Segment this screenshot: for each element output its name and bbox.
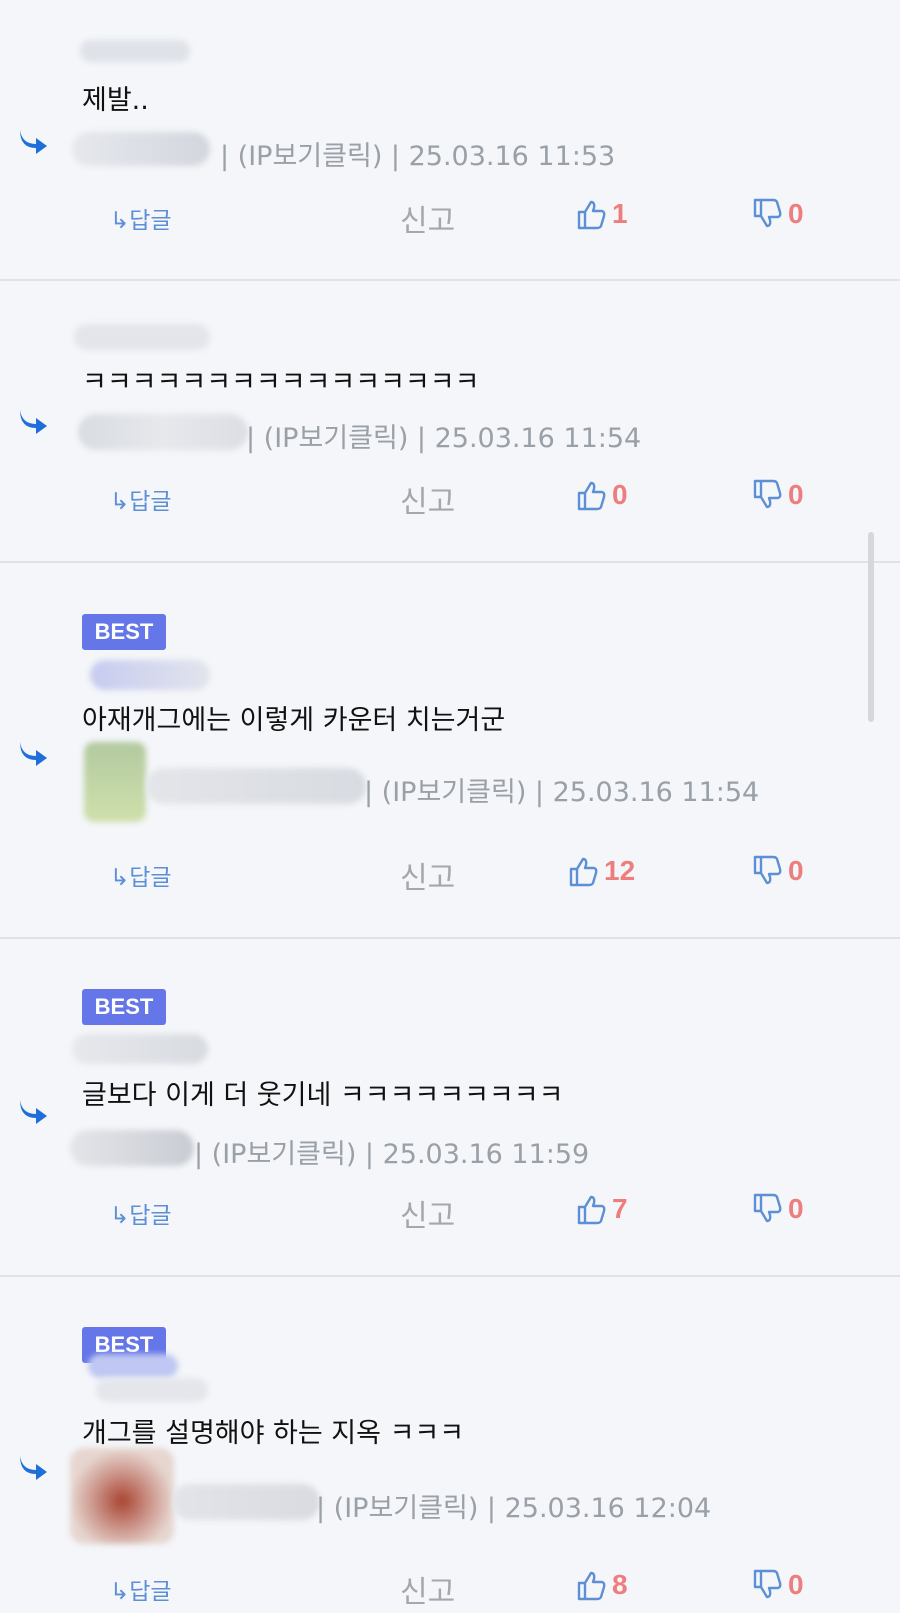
dislike-count: 0 [788, 479, 804, 510]
like-button[interactable]: 8 [576, 1569, 628, 1601]
report-button[interactable]: 신고 [400, 196, 455, 240]
best-badge: BEST [82, 989, 166, 1025]
reply-button[interactable]: ↳답글 [110, 1196, 172, 1230]
dislike-count: 0 [788, 855, 804, 886]
comment-divider [0, 937, 900, 939]
user-avatar-blurred [90, 660, 210, 690]
comment-meta: | (IP보기클릭) | 25.03.16 12:04 [316, 1493, 712, 1524]
dislike-button[interactable]: 0 [752, 198, 804, 230]
thumbs-down-icon [753, 1193, 782, 1223]
username-blurred [146, 768, 366, 804]
report-button[interactable]: 신고 [400, 853, 455, 897]
reply-arrow-icon [20, 410, 47, 434]
comment-text: 개그를 설명해야 하는 지옥 ㅋㅋㅋ [82, 1418, 465, 1449]
dislike-button[interactable]: 0 [752, 1193, 804, 1225]
comment-meta: | (IP보기클릭) | 25.03.16 11:53 [220, 141, 616, 172]
dislike-button[interactable]: 0 [752, 1569, 804, 1601]
user-avatar-blurred [74, 324, 210, 350]
username-blurred [78, 414, 248, 450]
username-blurred [70, 1130, 194, 1166]
reply-arrow-icon [20, 1456, 47, 1480]
report-button[interactable]: 신고 [400, 1191, 455, 1235]
report-button[interactable]: 신고 [400, 1567, 455, 1611]
thumbs-up-icon [577, 200, 606, 230]
thumbs-down-icon [753, 855, 782, 885]
dislike-count: 0 [788, 1569, 804, 1600]
thumbs-down-icon [753, 479, 782, 509]
scrollbar[interactable] [868, 532, 874, 722]
like-count: 1 [612, 198, 628, 229]
like-button[interactable]: 0 [576, 479, 628, 511]
like-count: 0 [612, 479, 628, 510]
comment-divider [0, 561, 900, 563]
dislike-button[interactable]: 0 [752, 855, 804, 887]
like-button[interactable]: 7 [576, 1193, 628, 1225]
thumbs-up-icon [577, 481, 606, 511]
reply-arrow-icon [20, 742, 47, 766]
comment-meta: | (IP보기클릭) | 25.03.16 11:54 [364, 777, 760, 808]
like-count: 8 [612, 1569, 628, 1600]
comment-divider [0, 1275, 900, 1277]
thumbs-up-icon [577, 1571, 606, 1601]
user-avatar-blurred [88, 1354, 178, 1378]
like-button[interactable]: 1 [576, 198, 628, 230]
comment-text: 글보다 이게 더 웃기네 ㅋㅋㅋㅋㅋㅋㅋㅋㅋ [82, 1080, 564, 1111]
thumbs-down-icon [753, 1569, 782, 1599]
reply-button[interactable]: ↳답글 [110, 858, 172, 892]
username-blurred [72, 132, 210, 166]
like-count: 12 [604, 855, 636, 886]
like-count: 7 [612, 1193, 628, 1224]
comment-text: 아재개그에는 이렇게 카운터 치는거군 [82, 705, 506, 736]
user-thumbnail-blurred [84, 742, 146, 822]
reply-button[interactable]: ↳답글 [110, 482, 172, 516]
reply-arrow-icon [20, 1100, 47, 1124]
username-blurred [172, 1484, 320, 1520]
reply-arrow-icon [20, 130, 47, 154]
user-thumbnail-blurred [70, 1448, 174, 1544]
comment-text: 제발.. [82, 85, 149, 116]
dislike-button[interactable]: 0 [752, 479, 804, 511]
like-button[interactable]: 12 [568, 855, 635, 887]
dislike-count: 0 [788, 198, 804, 229]
reply-button[interactable]: ↳답글 [110, 201, 172, 235]
reply-button[interactable]: ↳답글 [110, 1572, 172, 1606]
report-button[interactable]: 신고 [400, 477, 455, 521]
thumbs-up-icon [577, 1195, 606, 1225]
user-avatar-blurred [80, 40, 190, 62]
dislike-count: 0 [788, 1193, 804, 1224]
comment-meta: | (IP보기클릭) | 25.03.16 11:54 [246, 423, 642, 454]
user-avatar-blurred [96, 1378, 208, 1402]
thumbs-down-icon [753, 198, 782, 228]
thumbs-up-icon [569, 857, 598, 887]
comment-meta: | (IP보기클릭) | 25.03.16 11:59 [194, 1139, 590, 1170]
best-badge: BEST [82, 614, 166, 650]
comment-text: ㅋㅋㅋㅋㅋㅋㅋㅋㅋㅋㅋㅋㅋㅋㅋㅋ [82, 367, 480, 398]
user-avatar-blurred [72, 1034, 208, 1064]
comment-divider [0, 279, 900, 281]
